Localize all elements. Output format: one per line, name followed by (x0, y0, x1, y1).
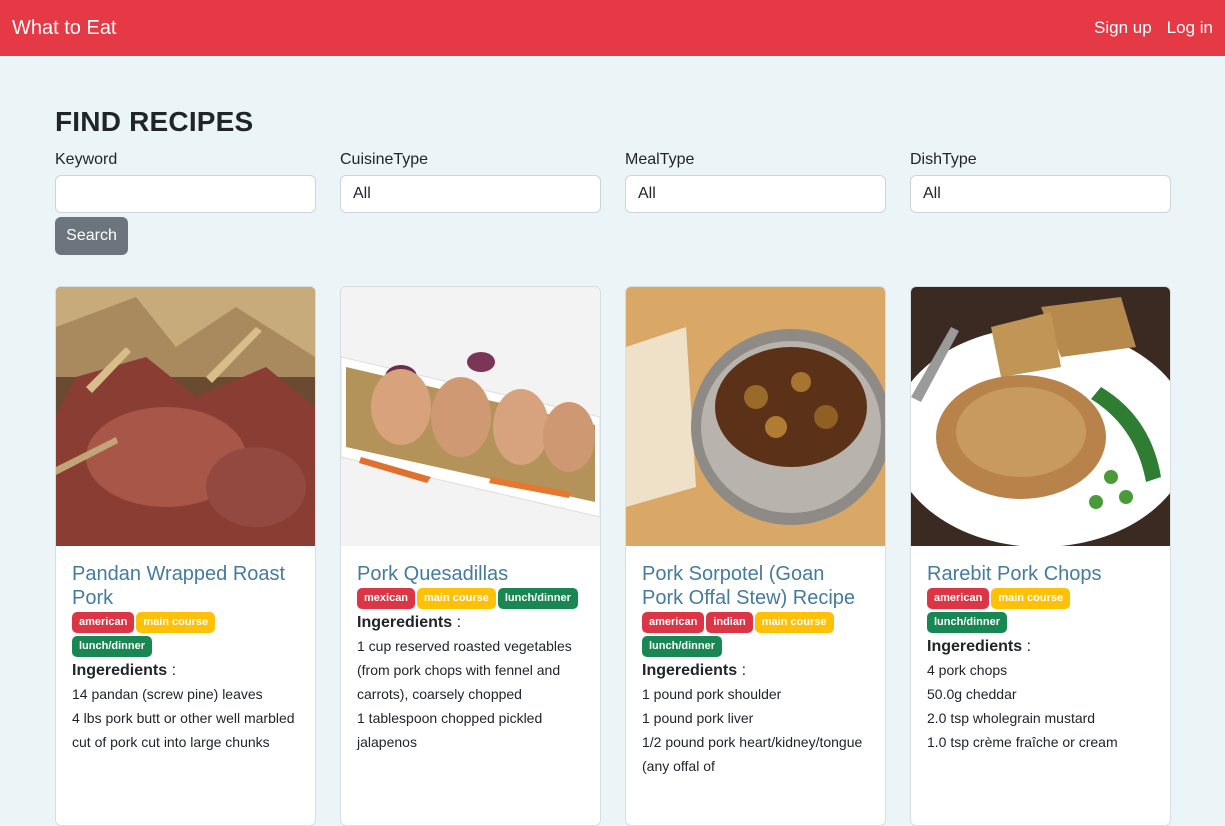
ingredients-colon: : (1022, 638, 1032, 655)
recipe-title-link[interactable]: Pandan Wrapped Roast Pork (72, 562, 299, 610)
ingredients-colon: : (737, 662, 747, 679)
cuisine-field: CuisineType All (340, 151, 601, 213)
ingredients-colon: : (452, 614, 462, 631)
cuisine-tag: mexican (357, 588, 416, 609)
dish-select[interactable]: All (910, 175, 1171, 213)
recipe-card: Pork Quesadillas mexican main course lunch… (340, 286, 601, 826)
ingredient-item: 1 tablespoon chopped pickled jalapenos (357, 710, 543, 750)
ingredient-item: 1 pound pork liver (642, 710, 754, 726)
recipe-grid: Pandan Wrapped Roast Pork american main c… (55, 286, 1171, 826)
login-link[interactable]: Log in (1167, 18, 1213, 38)
tag-list: american main course lunch/dinner (72, 612, 299, 660)
meal-field: MealType All (625, 151, 886, 213)
dish-tag: main course (417, 588, 496, 609)
ingredient-item: 50.0g cheddar (927, 686, 1017, 702)
ingredients-heading: Ingeredients : (642, 662, 869, 680)
cuisine-select[interactable]: All (340, 175, 601, 213)
ingredients-colon: : (167, 662, 177, 679)
ingredients-heading: Ingeredients : (72, 662, 299, 680)
signup-link[interactable]: Sign up (1094, 18, 1152, 38)
keyword-field: Keyword (55, 151, 316, 213)
keyword-input[interactable] (55, 175, 316, 213)
meal-select[interactable]: All (625, 175, 886, 213)
recipe-title-link[interactable]: Rarebit Pork Chops (927, 562, 1154, 586)
recipe-card: Rarebit Pork Chops american main course lu… (910, 286, 1171, 826)
dish-field: DishType All (910, 151, 1171, 213)
ingredients-heading-text: Ingeredients (72, 662, 168, 679)
cuisine-tag: american (72, 612, 135, 633)
recipe-photo-quesadillas[interactable] (341, 287, 600, 546)
tag-list: american indian main course lunch/dinner (642, 612, 869, 660)
ingredient-item: 1.0 tsp crème fraîche or cream (927, 734, 1118, 750)
cuisine-tag: american (642, 612, 705, 633)
ingredients-heading-text: Ingeredients (927, 638, 1023, 655)
filter-row: Keyword CuisineType All MealType All Dis… (55, 151, 1171, 213)
top-navbar: What to Eat Sign up Log in (0, 0, 1225, 56)
ingredients-heading-text: Ingeredients (642, 662, 738, 679)
ingredient-item: 1/2 pound pork heart/kidney/tongue (any … (642, 734, 863, 774)
dish-tag: main course (754, 612, 834, 633)
keyword-label: Keyword (55, 151, 118, 168)
ingredient-item: 1 cup reserved roasted vegetables (from … (357, 638, 572, 702)
ingredient-item: 4 pork chops (927, 662, 1008, 678)
dish-label: DishType (910, 151, 977, 168)
recipe-card: Pandan Wrapped Roast Pork american main c… (55, 286, 316, 826)
main-container: FIND RECIPES Keyword CuisineType All Mea… (55, 56, 1171, 826)
ingredients-heading: Ingeredients : (927, 638, 1154, 656)
tag-list: mexican main course lunch/dinner (357, 588, 584, 612)
ingredient-item: 14 pandan (screw pine) leaves (72, 686, 263, 702)
search-button[interactable]: Search (55, 217, 128, 255)
ingredient-item: 2.0 tsp wholegrain mustard (927, 710, 1096, 726)
page-title: FIND RECIPES (55, 106, 254, 137)
recipe-photo-roast-pork[interactable] (56, 287, 315, 546)
recipe-card: Pork Sorpotel (Goan Pork Offal Stew) Rec… (625, 286, 886, 826)
cuisine-tag: indian (706, 612, 753, 633)
ingredients-heading: Ingeredients : (357, 614, 584, 632)
brand-logo-text[interactable]: What to Eat (12, 17, 117, 40)
meal-label: MealType (625, 151, 695, 168)
recipe-photo-sorpotel[interactable] (626, 287, 885, 546)
ingredients-heading-text: Ingeredients (357, 614, 453, 631)
cuisine-label: CuisineType (340, 151, 429, 168)
cuisine-tag: american (927, 588, 990, 609)
ingredient-item: 1 pound pork shoulder (642, 686, 782, 702)
meal-tag: lunch/dinner (927, 612, 1007, 633)
recipe-title-link[interactable]: Pork Sorpotel (Goan Pork Offal Stew) Rec… (642, 562, 869, 610)
dish-tag: main course (991, 588, 1071, 609)
dish-tag: main course (136, 612, 216, 633)
ingredient-item: 4 lbs pork butt or other well marbled cu… (72, 710, 295, 750)
tag-list: american main course lunch/dinner (927, 588, 1154, 636)
meal-tag: lunch/dinner (642, 636, 722, 657)
meal-tag: lunch/dinner (72, 636, 152, 657)
recipe-photo-rarebit[interactable] (911, 287, 1170, 546)
meal-tag: lunch/dinner (497, 588, 578, 609)
recipe-title-link[interactable]: Pork Quesadillas (357, 562, 584, 586)
nav-links: Sign up Log in (1094, 18, 1213, 38)
